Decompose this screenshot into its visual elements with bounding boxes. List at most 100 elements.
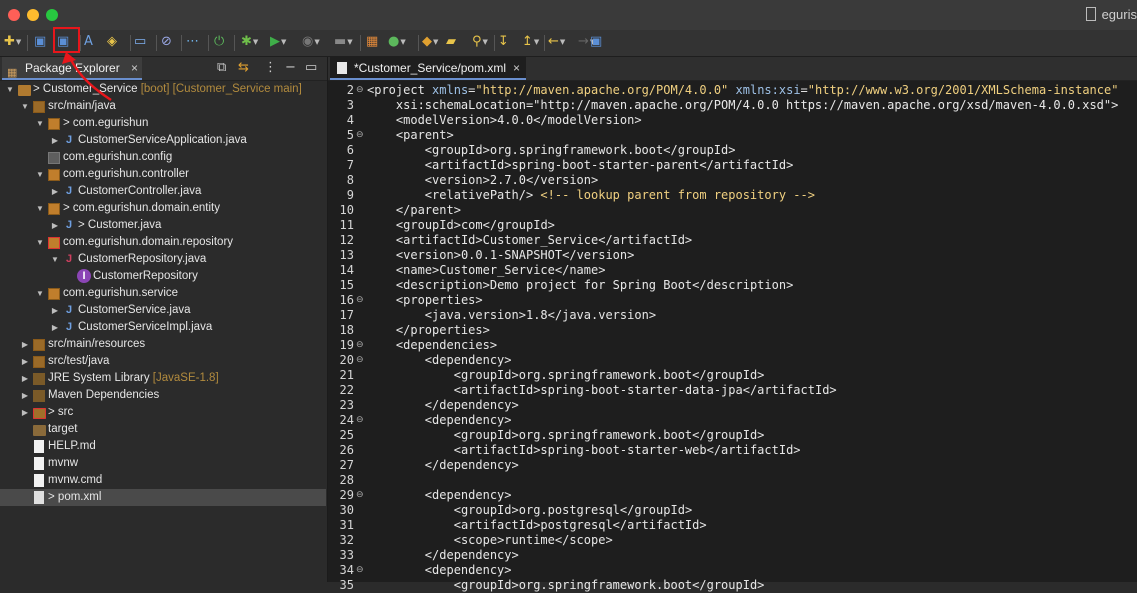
tree-item[interactable]: ▼ > com.egurishun [0, 115, 326, 132]
code-line[interactable]: <dependency> [367, 563, 512, 578]
bookmark-button[interactable]: ⋯ [186, 33, 199, 51]
code-line[interactable]: <groupId>org.springframework.boot</group… [367, 368, 765, 383]
code-line[interactable]: <artifactId>spring-boot-starter-data-jpa… [367, 383, 837, 398]
code-line[interactable]: <groupId>org.postgresql</groupId> [367, 503, 692, 518]
code-line[interactable]: <java.version>1.8</java.version> [367, 308, 656, 323]
tab-package-explorer[interactable]: ▦ Package Explorer × [2, 57, 142, 80]
open-task-button[interactable]: ◈ [107, 33, 117, 51]
tree-item[interactable]: ▶ JRE System Library [JavaSE-1.8] [0, 370, 326, 387]
tree-item[interactable]: HELP.md [0, 438, 326, 455]
code-line[interactable]: <artifactId>spring-boot-starter-web</art… [367, 443, 801, 458]
code-line[interactable]: <artifactId>Customer_Service</artifactId… [367, 233, 692, 248]
new-button[interactable]: ✚ ▼ [4, 33, 21, 51]
tree-item[interactable]: ▶ > src [0, 404, 326, 421]
tree-item[interactable]: ▼ src/main/java [0, 98, 326, 115]
tree-item[interactable]: target [0, 421, 326, 438]
expand-arrow-icon[interactable]: ▶ [20, 387, 30, 404]
search-button[interactable]: ⚲ ▼ [472, 33, 488, 51]
expand-arrow-icon[interactable]: ▶ [50, 319, 60, 336]
code-line[interactable]: <groupId>org.springframework.boot</group… [367, 143, 736, 158]
debug-button[interactable]: ✱ ▼ [241, 33, 258, 51]
tree-item[interactable]: mvnw.cmd [0, 472, 326, 489]
expand-arrow-icon[interactable]: ▶ [20, 370, 30, 387]
code-line[interactable]: </dependency> [367, 458, 519, 473]
fold-toggle-icon[interactable]: ⊖ [356, 128, 364, 143]
code-line[interactable]: xsi:schemaLocation="http://maven.apache.… [367, 98, 1118, 113]
code-line[interactable]: <properties> [367, 293, 483, 308]
code-line[interactable]: <groupId>org.springframework.boot</group… [367, 578, 765, 593]
dropdown-arrow-icon[interactable]: ▼ [281, 33, 286, 51]
terminal-button[interactable]: ▭ [134, 33, 146, 51]
expand-arrow-icon[interactable]: ▶ [20, 336, 30, 353]
tree-item[interactable]: I CustomerRepository [0, 268, 326, 285]
dropdown-arrow-icon[interactable]: ▼ [400, 33, 405, 51]
collapse-arrow-icon[interactable]: ▼ [35, 166, 45, 183]
expand-arrow-icon[interactable]: ▶ [20, 404, 30, 421]
fold-toggle-icon[interactable]: ⊖ [356, 83, 364, 98]
expand-arrow-icon[interactable]: ▶ [50, 217, 60, 234]
perspective-button[interactable]: ▣ [590, 33, 602, 51]
expand-arrow-icon[interactable]: ▶ [20, 353, 30, 370]
close-tab-icon[interactable]: × [131, 57, 138, 80]
code-line[interactable]: <name>Customer_Service</name> [367, 263, 606, 278]
code-line[interactable]: <dependency> [367, 488, 512, 503]
collapse-arrow-icon[interactable]: ▼ [20, 98, 30, 115]
code-line[interactable]: <artifactId>postgresql</artifactId> [367, 518, 707, 533]
code-line[interactable]: <modelVersion>4.0.0</modelVersion> [367, 113, 642, 128]
tree-item[interactable]: ▼ > com.egurishun.domain.entity [0, 200, 326, 217]
code-line[interactable]: <dependency> [367, 413, 512, 428]
maximize-view-icon[interactable]: ▭ [305, 60, 317, 75]
fold-toggle-icon[interactable]: ⊖ [356, 338, 364, 353]
tree-item[interactable]: ▼ com.egurishun.service [0, 285, 326, 302]
link-with-editor-icon[interactable]: ⇆ [238, 60, 249, 75]
code-line[interactable]: </parent> [367, 203, 461, 218]
maximize-window-button[interactable] [46, 9, 58, 21]
dropdown-arrow-icon[interactable]: ▼ [433, 33, 438, 51]
code-line[interactable]: <groupId>com</groupId> [367, 218, 555, 233]
collapse-arrow-icon[interactable]: ▼ [50, 251, 60, 268]
fold-toggle-icon[interactable]: ⊖ [356, 563, 364, 578]
coverage-button[interactable]: ◉ ▼ [302, 33, 320, 51]
code-line[interactable]: <relativePath/> <!-- lookup parent from … [367, 188, 815, 203]
fold-toggle-icon[interactable]: ⊖ [356, 413, 364, 428]
expand-arrow-icon[interactable]: ▶ [50, 132, 60, 149]
tree-item[interactable]: ▼ com.egurishun.domain.repository [0, 234, 326, 251]
previous-annotation-button[interactable]: ↥ ▼ [522, 33, 539, 51]
view-menu-icon[interactable]: ⋮ [264, 60, 277, 75]
code-line[interactable]: <groupId>org.springframework.boot</group… [367, 428, 765, 443]
fold-toggle-icon[interactable]: ⊖ [356, 353, 364, 368]
tree-item[interactable]: > pom.xml [0, 489, 326, 506]
dropdown-arrow-icon[interactable]: ▼ [16, 33, 21, 51]
tree-item[interactable]: mvnw [0, 455, 326, 472]
minimize-view-icon[interactable]: − [285, 60, 296, 75]
fold-toggle-icon[interactable]: ⊖ [356, 293, 364, 308]
tree-item[interactable]: ▶ Maven Dependencies [0, 387, 326, 404]
open-type-button[interactable]: ▰ [446, 33, 456, 51]
code-line[interactable]: <description>Demo project for Spring Boo… [367, 278, 793, 293]
new-java-project-button[interactable]: ▦ [366, 33, 378, 51]
run-button[interactable]: ▶ ▼ [270, 33, 286, 51]
code-line[interactable]: <dependencies> [367, 338, 497, 353]
external-tools-button[interactable]: ▬ ▼ [334, 33, 353, 51]
back-button[interactable]: ← ▼ [548, 33, 565, 51]
tree-item[interactable]: com.egurishun.config [0, 149, 326, 166]
next-annotation-button[interactable]: ↧ [498, 33, 509, 51]
code-line[interactable]: <version>2.7.0</version> [367, 173, 598, 188]
close-window-button[interactable] [8, 9, 20, 21]
tree-item[interactable]: ▶ J CustomerController.java [0, 183, 326, 200]
skip-breakpoints-button[interactable]: ⊘ [161, 33, 172, 51]
collapse-arrow-icon[interactable]: ▼ [5, 81, 15, 98]
tree-item[interactable]: ▶ J CustomerServiceImpl.java [0, 319, 326, 336]
code-line[interactable]: </properties> [367, 323, 490, 338]
tree-item[interactable]: ▶ src/test/java [0, 353, 326, 370]
collapse-arrow-icon[interactable]: ▼ [35, 285, 45, 302]
dropdown-arrow-icon[interactable]: ▼ [560, 33, 565, 51]
dropdown-arrow-icon[interactable]: ▼ [347, 33, 352, 51]
expand-arrow-icon[interactable]: ▶ [50, 302, 60, 319]
code-line[interactable]: </dependency> [367, 548, 519, 563]
tree-item[interactable]: ▶ J CustomerServiceApplication.java [0, 132, 326, 149]
minimize-window-button[interactable] [27, 9, 39, 21]
code-line[interactable]: <scope>runtime</scope> [367, 533, 613, 548]
collapse-all-icon[interactable]: ⧉ [217, 60, 226, 75]
dropdown-arrow-icon[interactable]: ▼ [483, 33, 488, 51]
